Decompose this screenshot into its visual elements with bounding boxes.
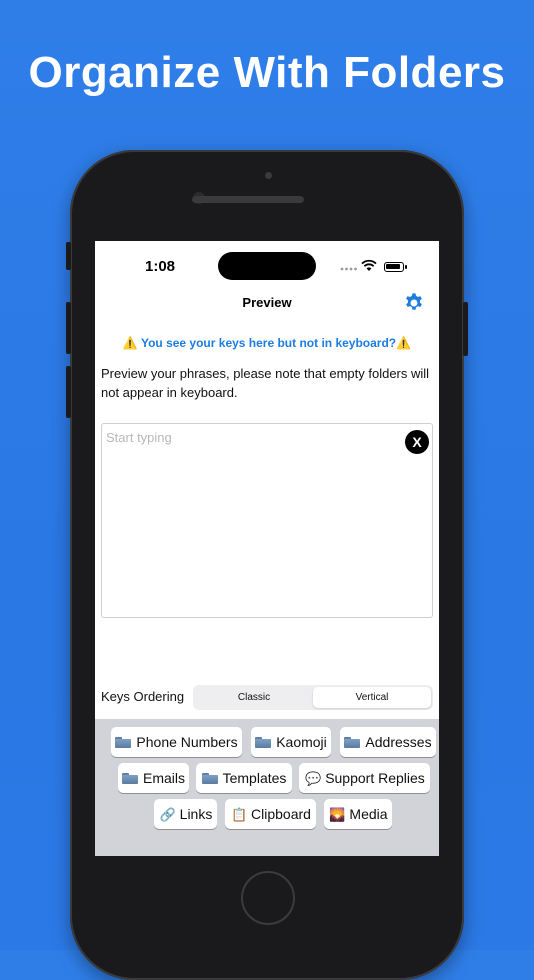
keys-ordering-label: Keys Ordering — [101, 689, 185, 704]
link-icon: 🔗 — [159, 807, 176, 822]
status-time: 1:08 — [145, 258, 176, 275]
nav-title: Preview — [242, 295, 292, 310]
key-addresses[interactable]: Addresses — [340, 727, 436, 757]
folder-icon — [344, 737, 361, 748]
keyboard-preview: Phone Numbers Kaomoji Addresses Emails T… — [95, 719, 439, 856]
status-bar: 1:08 — [95, 241, 439, 285]
phone-silent-switch — [66, 242, 71, 270]
key-phone-numbers[interactable]: Phone Numbers — [111, 727, 242, 757]
battery-nub — [405, 265, 407, 269]
key-label: Media — [349, 806, 388, 822]
folder-icon — [121, 773, 138, 784]
folder-icon — [255, 737, 272, 748]
segment-classic[interactable]: Classic — [195, 687, 313, 708]
phone-speaker — [192, 196, 304, 203]
key-label: Clipboard — [251, 806, 311, 822]
segment-vertical[interactable]: Vertical — [313, 687, 431, 708]
key-templates[interactable]: Templates — [196, 763, 292, 793]
warning-banner[interactable]: ⚠️ You see your keys here but not in key… — [95, 336, 439, 350]
key-label: Links — [179, 806, 213, 822]
battery-icon — [384, 262, 404, 272]
description-text: Preview your phrases, please note that e… — [101, 366, 430, 400]
clipboard-icon: 📋 — [230, 807, 248, 822]
media-icon: 🌄 — [329, 807, 346, 822]
key-links[interactable]: 🔗 Links — [154, 799, 217, 829]
phone-volume-up — [66, 302, 71, 354]
gear-icon[interactable] — [403, 292, 425, 314]
headline: Organize With Folders — [28, 48, 506, 97]
folder-icon — [201, 773, 218, 784]
preview-text-editor[interactable]: Start typing X — [101, 423, 433, 618]
clear-button[interactable]: X — [405, 430, 429, 454]
key-clipboard[interactable]: 📋 Clipboard — [225, 799, 316, 829]
folder-icon — [115, 737, 132, 748]
key-kaomoji[interactable]: Kaomoji — [251, 727, 331, 757]
wifi-icon — [361, 259, 377, 271]
key-support-replies[interactable]: 💬 Support Replies — [299, 763, 430, 793]
key-label: Kaomoji — [276, 734, 327, 750]
phone-power-button — [463, 302, 468, 356]
key-label: Emails — [142, 770, 185, 786]
phone-sensor — [265, 172, 272, 179]
editor-placeholder: Start typing — [106, 430, 172, 445]
app-screen: 1:08 Preview ⚠️ You see your keys here b… — [95, 241, 439, 856]
cellular-signal-icon — [340, 267, 357, 271]
key-media[interactable]: 🌄 Media — [324, 799, 392, 829]
key-label: Addresses — [365, 734, 432, 750]
key-label: Templates — [222, 770, 287, 786]
keys-ordering-segmented-control: Classic Vertical — [193, 685, 433, 710]
home-button[interactable] — [241, 871, 295, 925]
key-emails[interactable]: Emails — [118, 763, 189, 793]
key-label: Phone Numbers — [136, 734, 238, 750]
key-label: Support Replies — [325, 770, 425, 786]
dynamic-island — [218, 252, 316, 280]
phone-volume-down — [66, 366, 71, 418]
speech-bubble-icon: 💬 — [305, 771, 322, 786]
